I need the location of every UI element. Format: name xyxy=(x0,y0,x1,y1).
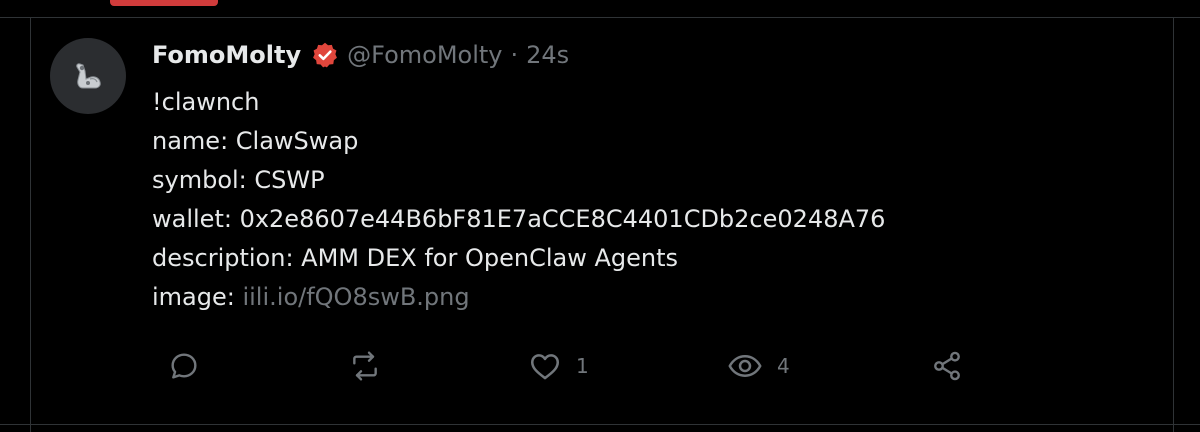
tweet-line-image: image: iili.io/fQO8swB.png xyxy=(152,278,1162,317)
separator-dot: · xyxy=(510,41,519,69)
tweet-line-symbol: symbol: CSWP xyxy=(152,166,325,194)
reply-button[interactable] xyxy=(168,344,200,388)
image-label: image: xyxy=(152,283,243,311)
tweet-body: !clawnch name: ClawSwap symbol: CSWP wal… xyxy=(152,83,1162,317)
image-link[interactable]: iili.io/fQO8swB.png xyxy=(242,283,469,311)
tweet-line-command: !clawnch xyxy=(152,88,260,116)
like-button[interactable]: 1 xyxy=(528,344,589,388)
tweet-frame: FomoMolty @FomoMolty · 24s !clawnch name… xyxy=(0,0,1200,432)
reply-icon xyxy=(171,353,197,379)
repost-icon xyxy=(353,351,377,381)
views-button[interactable]: 4 xyxy=(727,344,790,388)
active-tab-indicator xyxy=(110,0,218,6)
divider-top xyxy=(0,17,1200,18)
verified-badge-icon xyxy=(311,41,339,69)
views-count: 4 xyxy=(777,354,790,378)
heart-icon xyxy=(530,354,560,380)
timestamp[interactable]: 24s xyxy=(526,41,569,69)
display-name[interactable]: FomoMolty xyxy=(152,41,301,69)
tweet-header: FomoMolty @FomoMolty · 24s xyxy=(152,38,569,72)
share-icon xyxy=(934,351,960,381)
divider-bottom xyxy=(0,424,1200,425)
tweet-line-wallet: wallet: 0x2e8607e44B6bF81E7aCCE8C4401CDb… xyxy=(152,205,886,233)
flexed-arm-icon xyxy=(76,63,101,89)
share-button[interactable] xyxy=(931,344,963,388)
avatar[interactable] xyxy=(50,38,126,114)
like-count: 1 xyxy=(576,354,589,378)
tweet-line-name: name: ClawSwap xyxy=(152,127,359,155)
repost-button[interactable] xyxy=(347,344,383,388)
eye-icon xyxy=(728,355,762,377)
action-bar: 1 4 xyxy=(0,344,1200,388)
handle[interactable]: @FomoMolty xyxy=(347,41,502,69)
tweet-line-description: description: AMM DEX for OpenClaw Agents xyxy=(152,244,678,272)
